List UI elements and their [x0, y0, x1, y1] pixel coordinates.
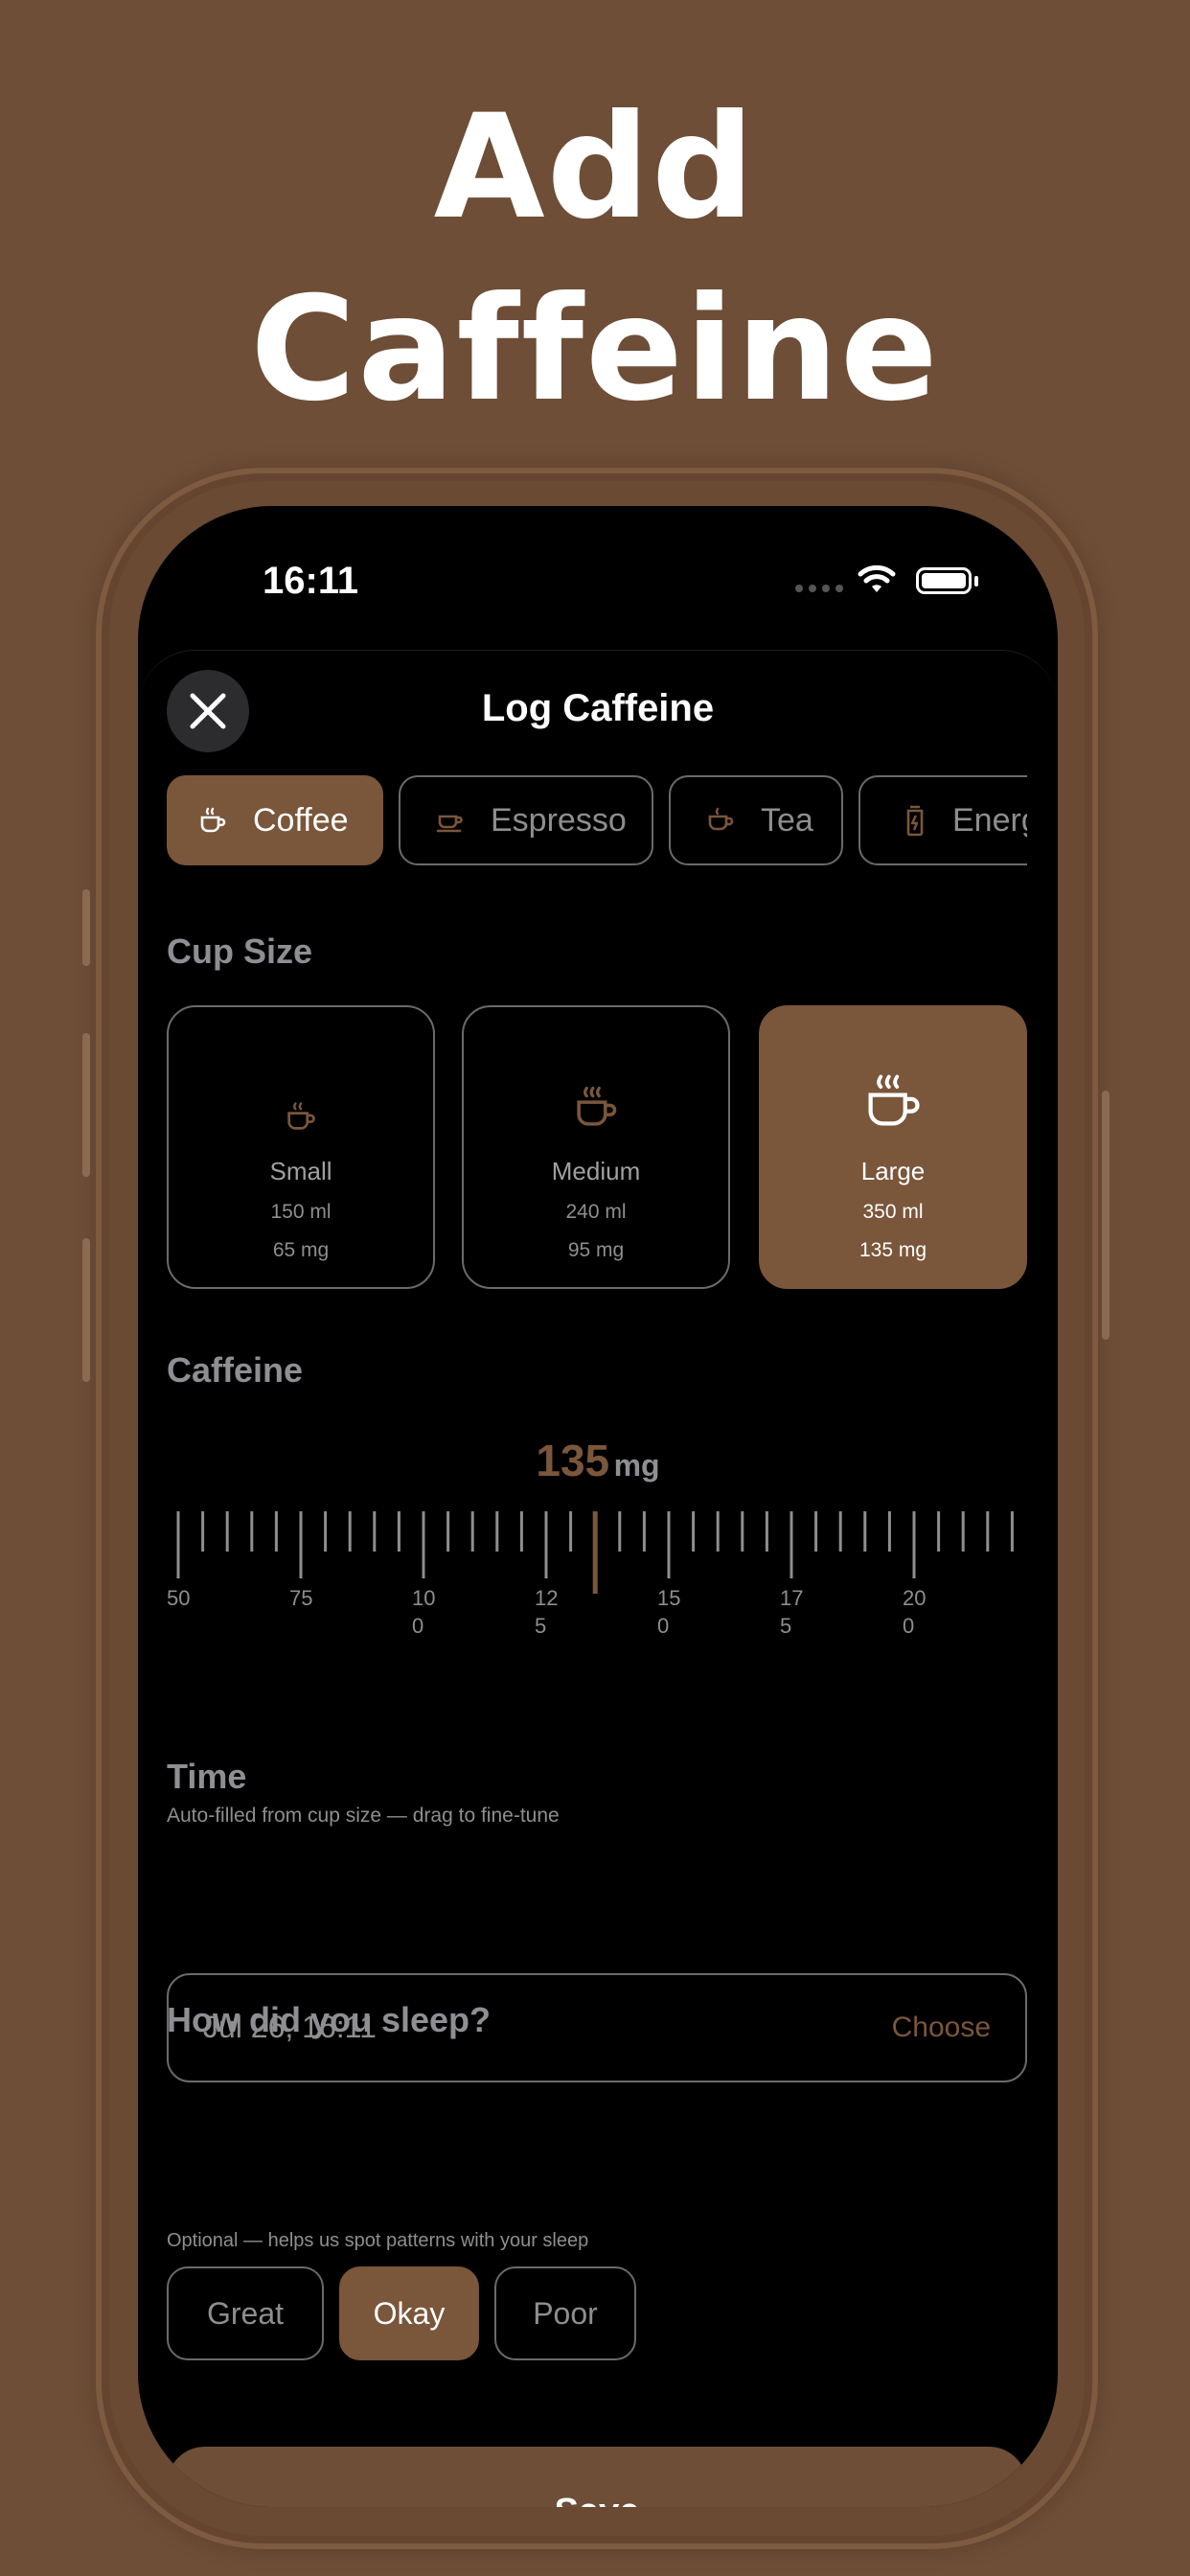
time-label: Time — [167, 1757, 247, 1796]
caffeine-unit: mg — [613, 1448, 660, 1483]
drink-type-coffee[interactable]: Coffee — [167, 775, 383, 865]
log-caffeine-sheet: Log Caffeine Coffee Espresso Tea Ener Cu… — [138, 650, 1058, 2507]
phone-silent-switch — [82, 889, 90, 966]
cup-size-selector: Small 150 ml 65 mg Medium 240 ml 95 mg L… — [167, 1005, 1027, 1289]
drink-type-label: Energ — [952, 801, 1027, 839]
cellular-signal-icon — [795, 585, 843, 592]
choose-time-button[interactable]: Choose — [892, 2012, 991, 2044]
sleep-hint: Optional — helps us spot patterns with y… — [167, 2230, 589, 2251]
medium-cup-icon — [577, 1086, 617, 1126]
drink-type-selector: Coffee Espresso Tea Ener — [167, 775, 1027, 867]
sleep-label: How did you sleep? — [167, 2000, 492, 2039]
cup-size-name: Small — [269, 1157, 332, 1185]
wifi-icon — [858, 564, 896, 592]
sleep-option-poor[interactable]: Poor — [494, 2266, 636, 2360]
phone-power-button — [1102, 1091, 1110, 1340]
headline-line-1: Add — [433, 84, 757, 251]
drink-type-espresso[interactable]: Espresso — [399, 775, 653, 865]
sheet-title: Log Caffeine — [481, 687, 715, 729]
cup-size-volume: 240 ml — [565, 1201, 627, 1223]
cup-size-medium[interactable]: Medium 240 ml 95 mg — [462, 1005, 730, 1289]
drink-type-label: Tea — [761, 801, 813, 839]
tea-cup-icon — [708, 807, 734, 831]
cup-size-volume: 350 ml — [862, 1201, 924, 1223]
ruler-label: 15 0 — [657, 1586, 681, 1638]
drink-type-label: Coffee — [253, 801, 349, 839]
battery-tip — [974, 576, 978, 586]
headline-line-2: Caffeine — [250, 266, 940, 433]
cup-size-caffeine: 65 mg — [272, 1239, 330, 1261]
headline: Add Caffeine — [0, 77, 1190, 441]
sleep-option-great[interactable]: Great — [167, 2266, 324, 2360]
status-time: 16:11 — [263, 560, 359, 602]
drink-type-tea[interactable]: Tea — [669, 775, 843, 865]
phone-volume-down — [82, 1238, 90, 1382]
large-cup-icon — [868, 1074, 920, 1126]
espresso-cup-icon — [436, 815, 463, 833]
energy-can-icon — [906, 805, 924, 837]
cup-size-label: Cup Size — [167, 932, 313, 971]
cup-size-large[interactable]: Large 350 ml 135 mg — [759, 1005, 1027, 1289]
ruler-label: 12 5 — [535, 1586, 559, 1638]
cup-size-small[interactable]: Small 150 ml 65 mg — [167, 1005, 435, 1289]
phone-volume-up — [82, 1033, 90, 1177]
phone-screen: 16:11 Log Caffeine Coffee Espresso Tea E… — [138, 506, 1058, 2507]
ruler-label: 75 — [289, 1586, 313, 1610]
caffeine-ruler-slider[interactable]: 50 75 10 0 12 5 15 0 17 5 20 0 — [167, 1511, 1027, 1674]
cup-size-name: Medium — [551, 1157, 641, 1185]
status-bar: 16:11 — [138, 506, 1058, 650]
save-button[interactable]: Save — [167, 2447, 1027, 2507]
caffeine-label: Caffeine — [167, 1350, 304, 1390]
cup-size-caffeine: 135 mg — [858, 1239, 927, 1261]
cup-size-volume: 150 ml — [270, 1201, 332, 1223]
cup-size-name: Large — [860, 1157, 926, 1185]
battery-icon — [916, 567, 972, 594]
sleep-option-okay[interactable]: Okay — [339, 2266, 479, 2360]
ruler-label: 10 0 — [412, 1586, 436, 1638]
caffeine-readout: 135 mg — [138, 1435, 1058, 1486]
caffeine-hint: Auto-filled from cup size — drag to fine… — [167, 1805, 560, 1827]
caffeine-value: 135 — [536, 1436, 610, 1485]
ruler-label: 50 — [167, 1586, 191, 1610]
sleep-quality-selector: Great Okay Poor — [167, 2266, 1027, 2360]
coffee-cup-icon — [200, 807, 226, 833]
ruler-label: 20 0 — [903, 1586, 927, 1638]
ruler-label: 17 5 — [780, 1586, 804, 1638]
drink-type-label: Espresso — [491, 801, 627, 839]
cup-size-caffeine: 95 mg — [567, 1239, 625, 1261]
small-cup-icon — [287, 1102, 315, 1130]
drink-type-energy[interactable]: Energ — [858, 775, 1027, 865]
